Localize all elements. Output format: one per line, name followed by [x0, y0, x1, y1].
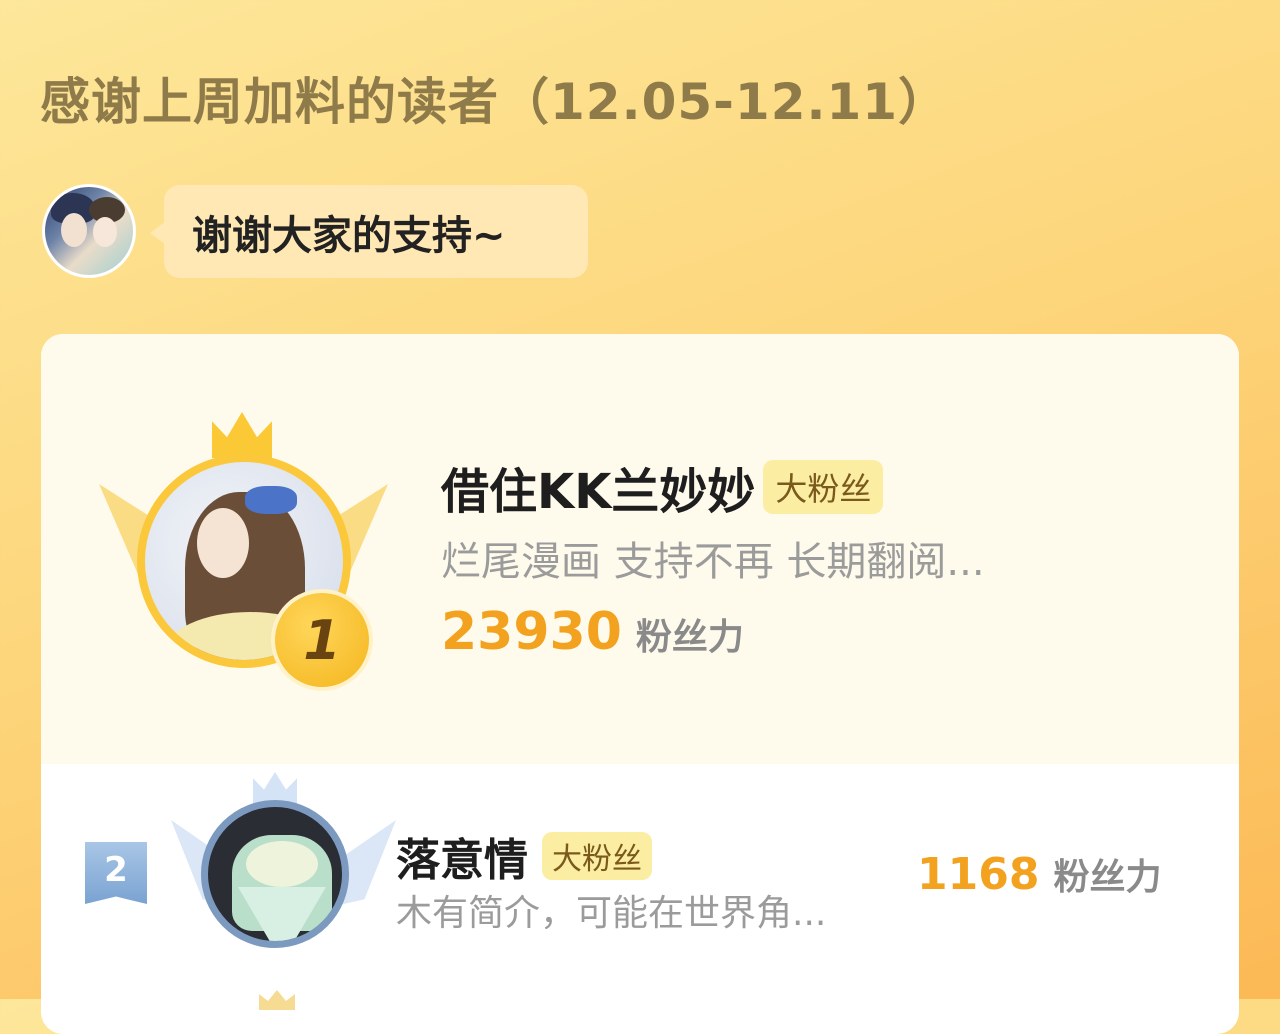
fan-power-value-2: 1168 — [917, 849, 1040, 900]
reader-name-2[interactable]: 落意情 — [396, 824, 528, 888]
author-message-text: 谢谢大家的支持~ — [192, 212, 506, 259]
author-avatar[interactable] — [42, 184, 136, 278]
reader-score-1: 23930 粉丝力 — [441, 602, 744, 662]
gold-crown-icon — [212, 412, 272, 458]
fan-badge-2: 大粉丝 — [542, 832, 652, 880]
reader-bio-1: 烂尾漫画 支持不再 长期翻阅... — [441, 539, 985, 585]
bronze-crown-icon — [259, 990, 295, 1010]
reader-score-2: 1168 粉丝力 — [917, 848, 1161, 900]
reader-avatar-2[interactable] — [201, 800, 349, 948]
reader-name-1[interactable]: 借住KK兰妙妙 — [441, 452, 755, 522]
fan-power-label-2: 粉丝力 — [1053, 857, 1162, 898]
fan-power-label-1: 粉丝力 — [635, 617, 744, 658]
reader-name-row-1: 借住KK兰妙妙 大粉丝 — [441, 452, 884, 522]
rank-medal-1: 1 — [271, 589, 373, 691]
ranking-card: 1 借住KK兰妙妙 大粉丝 烂尾漫画 支持不再 长期翻阅... 23930 粉丝… — [41, 334, 1239, 1034]
page-title: 感谢上周加料的读者（12.05-12.11） — [40, 73, 950, 131]
reader-name-row-2: 落意情 大粉丝 — [396, 824, 652, 888]
rank-flag-2: 2 — [85, 842, 147, 904]
fan-power-value-1: 23930 — [441, 602, 622, 662]
top-reader-section[interactable]: 1 借住KK兰妙妙 大粉丝 烂尾漫画 支持不再 长期翻阅... 23930 粉丝… — [41, 334, 1239, 764]
author-message-bubble: 谢谢大家的支持~ — [164, 185, 588, 278]
reader-bio-2: 木有简介，可能在世界角... — [396, 893, 827, 934]
fan-badge-1: 大粉丝 — [763, 460, 884, 514]
